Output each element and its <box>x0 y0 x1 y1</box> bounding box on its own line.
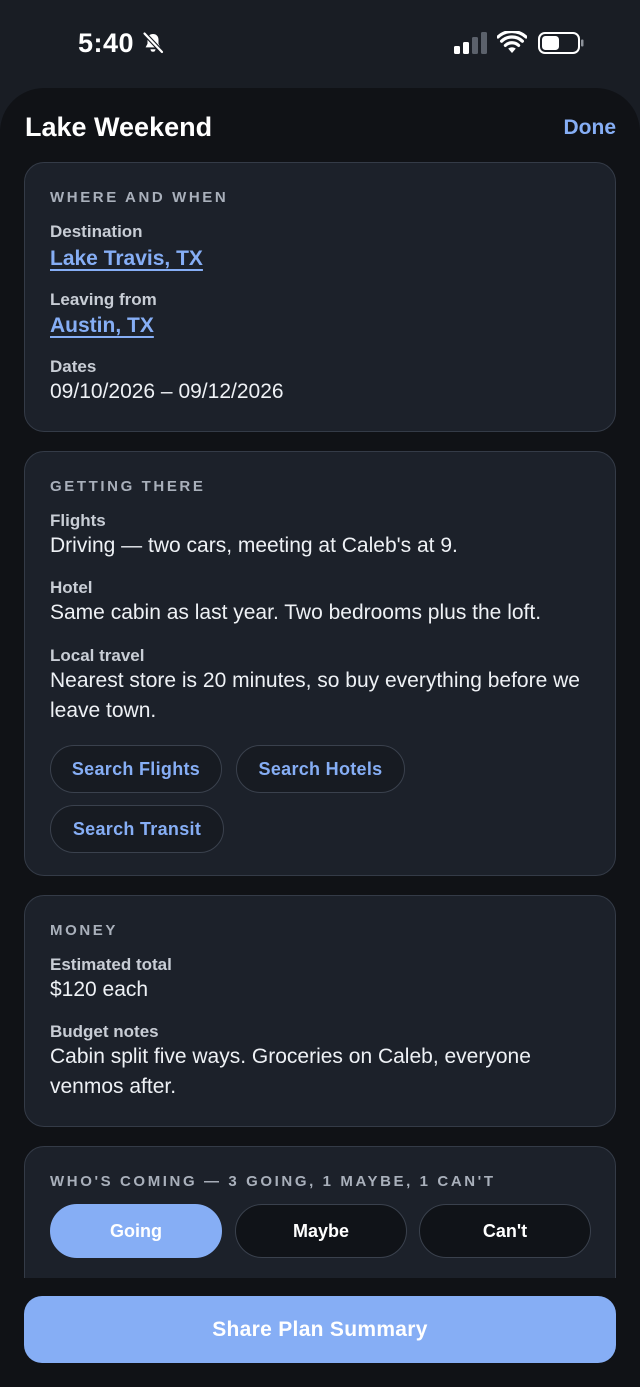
leaving-from-label: Leaving from <box>50 290 157 309</box>
estimated-total-value: $120 each <box>50 978 149 1001</box>
rsvp-going-button[interactable]: Going <box>50 1204 222 1258</box>
hotel-value: Same cabin as last year. Two bedrooms pl… <box>50 601 542 624</box>
rsvp-cant-button[interactable]: Can't <box>419 1204 591 1258</box>
local-travel-value: Nearest store is 20 minutes, so buy ever… <box>50 669 580 722</box>
search-flights-button[interactable]: Search Flights <box>50 745 222 793</box>
plan-scroll-area[interactable]: WHERE AND WHEN Destination Lake Travis, … <box>0 162 640 1278</box>
money-card: MONEY Estimated total $120 each Budget n… <box>24 895 616 1127</box>
flights-label: Flights <box>50 511 106 530</box>
money-title: MONEY <box>50 922 119 939</box>
page-title: Lake Weekend <box>25 112 213 142</box>
cellular-signal-icon <box>454 32 487 54</box>
dates-label: Dates <box>50 357 97 376</box>
bottom-action-bar: Share Plan Summary <box>0 1278 640 1387</box>
rsvp-maybe-button[interactable]: Maybe <box>235 1204 407 1258</box>
budget-notes-value: Cabin split five ways. Groceries on Cale… <box>50 1045 531 1098</box>
flights-value: Driving — two cars, meeting at Caleb's a… <box>50 534 458 557</box>
destination-link[interactable]: Lake Travis, TX <box>50 247 203 271</box>
wifi-icon <box>497 31 527 53</box>
whos-coming-card: WHO'S COMING — 3 GOING, 1 MAYBE, 1 CAN'T… <box>24 1146 616 1278</box>
estimated-total-label: Estimated total <box>50 955 172 974</box>
dates-value: 09/10/2026 – 09/12/2026 <box>50 380 284 403</box>
whos-coming-title: WHO'S COMING — 3 GOING, 1 MAYBE, 1 CAN'T <box>50 1173 496 1190</box>
leaving-from-link[interactable]: Austin, TX <box>50 314 154 338</box>
budget-notes-label: Budget notes <box>50 1022 159 1041</box>
search-hotels-button[interactable]: Search Hotels <box>236 745 405 793</box>
bell-slash-icon <box>142 31 164 54</box>
destination-label: Destination <box>50 222 143 241</box>
getting-there-card: GETTING THERE Flights Driving — two cars… <box>24 451 616 876</box>
local-travel-label: Local travel <box>50 646 145 665</box>
hotel-label: Hotel <box>50 578 93 597</box>
where-when-title: WHERE AND WHEN <box>50 189 229 206</box>
battery-icon <box>538 32 584 54</box>
status-time: 5:40 <box>78 28 135 58</box>
sheet-header: Lake Weekend Done <box>0 88 640 162</box>
status-bar: 5:40 <box>0 0 640 88</box>
getting-there-title: GETTING THERE <box>50 478 206 495</box>
plan-sheet: Lake Weekend Done WHERE AND WHEN Destina… <box>0 88 640 1387</box>
search-transit-button[interactable]: Search Transit <box>50 805 224 853</box>
where-when-card: WHERE AND WHEN Destination Lake Travis, … <box>24 162 616 432</box>
done-button[interactable]: Done <box>564 116 617 140</box>
share-plan-summary-button[interactable]: Share Plan Summary <box>24 1296 616 1363</box>
